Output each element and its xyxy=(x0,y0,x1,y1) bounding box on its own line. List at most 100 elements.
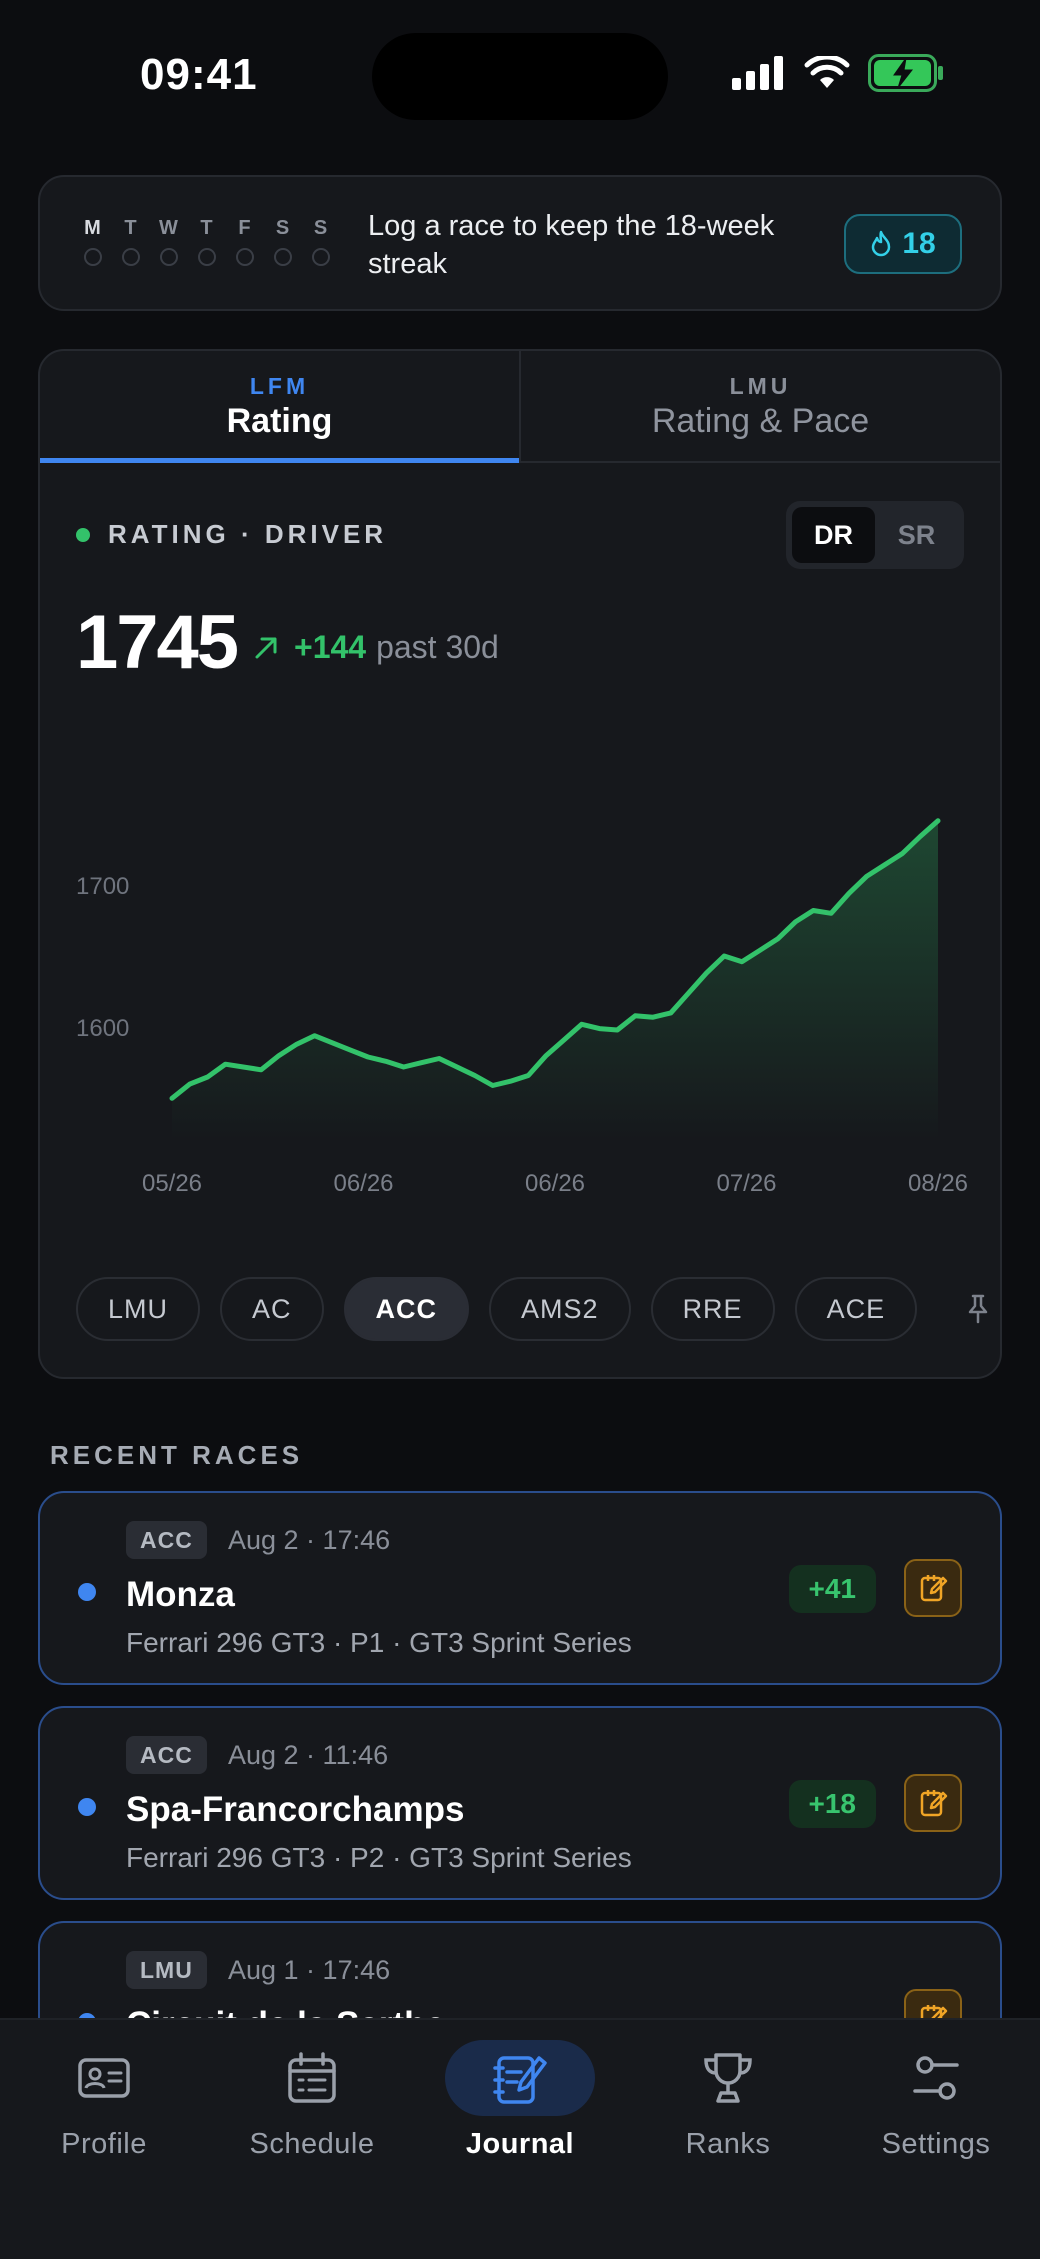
edit-note-icon xyxy=(920,1575,948,1602)
race-details: Ferrari 296 GT3 · P2 · GT3 Sprint Series xyxy=(126,1842,632,1873)
wifi-icon xyxy=(804,56,850,88)
day-letter: T xyxy=(200,217,214,239)
dynamic-island xyxy=(372,33,668,120)
nav-ranks[interactable]: Ranks xyxy=(624,2020,832,2259)
metric-label: RATING · DRIVER xyxy=(76,519,387,550)
nav-label: Journal xyxy=(465,2128,575,2160)
platform-filter: LMU AC ACC AMS2 RRE ACE xyxy=(76,1277,989,1341)
x-tick-label: 06/26 xyxy=(333,1170,393,1197)
journal-entry-button[interactable] xyxy=(904,1559,962,1617)
nav-label: Ranks xyxy=(685,2128,771,2160)
metric-label-text: RATING · DRIVER xyxy=(108,519,388,549)
battery-charging-icon xyxy=(868,54,943,92)
race-card[interactable]: ACC Aug 2 · 17:46 Monza Ferrari 296 GT3 … xyxy=(38,1491,1002,1685)
nav-icon-wrap xyxy=(445,2040,595,2116)
live-dot xyxy=(76,527,90,542)
day-letter: S xyxy=(313,217,329,239)
tab-title: Rating & Pace xyxy=(651,402,870,440)
x-tick-label: 05/26 xyxy=(142,1170,202,1197)
nav-icon-wrap xyxy=(29,2040,179,2116)
race-details: Ferrari 296 GT3 · P1 · GT3 Sprint Series xyxy=(126,1627,632,1658)
day-dot xyxy=(160,248,178,266)
platform-chip-ac[interactable]: AC xyxy=(220,1277,324,1341)
x-tick-label: 06/26 xyxy=(525,1170,585,1197)
pin-icon[interactable] xyxy=(967,1294,989,1324)
tab-kicker: LMU xyxy=(729,373,792,399)
flame-icon xyxy=(872,230,891,257)
nav-icon-wrap xyxy=(237,2040,387,2116)
day-dot xyxy=(84,248,102,266)
platform-chip-ace[interactable]: ACE xyxy=(794,1277,918,1341)
race-platform-tag: ACC xyxy=(126,1736,207,1774)
race-time: Aug 2 · 11:46 xyxy=(228,1740,389,1770)
edit-note-icon xyxy=(920,1790,948,1817)
nav-icon-wrap xyxy=(861,2040,1011,2116)
race-rating-delta: +18 xyxy=(788,1780,876,1828)
profile-icon xyxy=(78,2058,130,2098)
day-thu: T xyxy=(194,217,220,266)
day-wed: W xyxy=(156,217,182,266)
day-dot xyxy=(198,248,216,266)
nav-schedule[interactable]: Schedule xyxy=(208,2020,416,2259)
dr-toggle-button[interactable]: DR xyxy=(792,507,875,563)
race-status-dot xyxy=(78,1583,96,1601)
nav-icon-wrap xyxy=(653,2040,803,2116)
day-mon: M xyxy=(80,217,106,266)
journal-entry-button[interactable] xyxy=(904,1774,962,1832)
chart-area xyxy=(172,820,938,1141)
tab-kicker: LFM xyxy=(249,373,310,399)
tab-lmu-rating-pace[interactable]: LMU Rating & Pace xyxy=(519,351,1000,461)
nav-journal[interactable]: Journal xyxy=(416,2020,624,2259)
day-letter: F xyxy=(238,217,252,239)
trend-up-arrow-icon xyxy=(255,637,277,658)
streak-count: 18 xyxy=(902,227,936,260)
dr-sr-toggle: DR SR xyxy=(786,501,964,569)
sliders-icon xyxy=(913,2056,959,2100)
tab-title: Rating xyxy=(226,402,333,440)
platform-chip-rre[interactable]: RRE xyxy=(650,1277,775,1341)
y-tick-label: 1700 xyxy=(76,873,129,900)
race-rating-delta: +41 xyxy=(788,1565,876,1613)
tab-lfm-rating[interactable]: LFM Rating xyxy=(40,351,519,463)
streak-badge[interactable]: 18 xyxy=(844,214,962,274)
day-dot xyxy=(312,248,330,266)
day-fri: F xyxy=(232,217,258,266)
rating-delta: +144 past 30d xyxy=(252,629,499,666)
day-letter: S xyxy=(275,217,291,239)
day-dot xyxy=(122,248,140,266)
status-bar: 09:41 xyxy=(0,0,1040,150)
platform-chip-acc[interactable]: ACC xyxy=(343,1277,470,1341)
source-tabs: LFM Rating LMU Rating & Pace xyxy=(40,351,1000,463)
race-platform-tag: LMU xyxy=(126,1951,207,1989)
platform-chip-lmu[interactable]: LMU xyxy=(76,1277,201,1341)
race-platform-tag: ACC xyxy=(126,1521,207,1559)
race-track: Monza xyxy=(126,1575,235,1614)
x-tick-label: 08/26 xyxy=(908,1170,968,1197)
journal-icon xyxy=(493,2056,547,2104)
day-tue: T xyxy=(118,217,144,266)
x-tick-label: 07/26 xyxy=(716,1170,776,1197)
status-icons xyxy=(732,54,944,92)
rating-chart: 1600 1700 05/26 06/26 06/26 07/26 08/26 xyxy=(76,818,968,1197)
recent-races-title: RECENT RACES xyxy=(50,1440,304,1470)
sr-toggle-button[interactable]: SR xyxy=(875,507,958,563)
race-status-dot xyxy=(78,1798,96,1816)
nav-settings[interactable]: Settings xyxy=(832,2020,1040,2259)
status-time: 09:41 xyxy=(140,50,258,99)
race-card[interactable]: ACC Aug 2 · 11:46 Spa-Francorchamps Ferr… xyxy=(38,1706,1002,1900)
delta-value: +144 xyxy=(294,629,367,665)
day-letter: M xyxy=(84,217,102,239)
streak-message: Log a race to keep the 18-week streak xyxy=(368,210,775,280)
platform-chip-ams2[interactable]: AMS2 xyxy=(489,1277,631,1341)
delta-period: past 30d xyxy=(376,629,499,665)
race-time: Aug 2 · 17:46 xyxy=(228,1525,391,1555)
week-tracker: M T W T F S S xyxy=(80,217,334,266)
day-sun: S xyxy=(308,217,334,266)
nav-label: Settings xyxy=(881,2128,991,2160)
day-letter: W xyxy=(159,217,179,239)
rating-value: 1745 xyxy=(76,600,239,685)
nav-profile[interactable]: Profile xyxy=(0,2020,208,2259)
schedule-icon xyxy=(288,2052,336,2103)
streak-card[interactable]: M T W T F S S Log a race to keep the 18-… xyxy=(38,175,1002,311)
y-tick-label: 1600 xyxy=(76,1015,129,1042)
